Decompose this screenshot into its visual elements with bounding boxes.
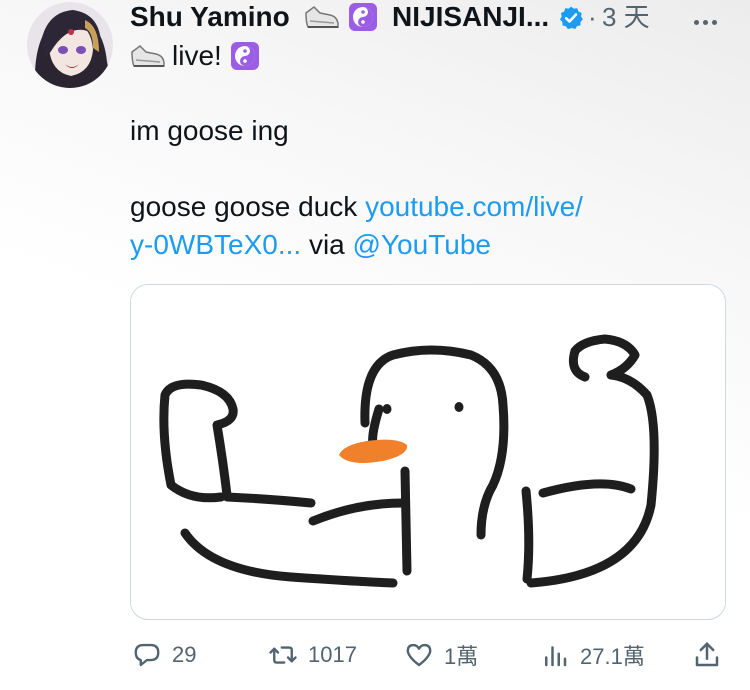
like-button[interactable]: 1萬: [404, 630, 478, 680]
timestamp[interactable]: 3 天: [602, 0, 650, 34]
yin-yang-icon: [349, 3, 377, 31]
avatar-image: [27, 2, 113, 88]
sneaker-icon: [305, 6, 339, 28]
media-card[interactable]: [130, 284, 726, 620]
yin-yang-icon: [231, 42, 259, 70]
author-name[interactable]: Shu Yamino: [130, 0, 290, 34]
avatar[interactable]: [27, 2, 113, 88]
like-count: 1萬: [444, 644, 479, 669]
more-icon[interactable]: [694, 12, 721, 30]
retweet-icon: [269, 646, 297, 664]
sneaker-icon: [131, 45, 165, 67]
tweet-body: im goose ing goose goose duck youtube.co…: [130, 112, 670, 264]
body-line-1: im goose ing: [130, 115, 289, 146]
tweet-actions: 29 1017 1萬 27.1萬: [0, 630, 750, 680]
verified-badge-icon: [559, 6, 583, 30]
reply-button[interactable]: 29: [132, 630, 196, 680]
goose-drawing-image: [159, 334, 659, 588]
retweet-button[interactable]: 1017: [268, 630, 357, 680]
views-count: 27.1萬: [580, 644, 645, 669]
separator-dot: ·: [588, 2, 597, 32]
share-icon: [695, 642, 719, 667]
youtube-mention[interactable]: @YouTube: [353, 229, 491, 260]
reply-count: 29: [172, 642, 197, 667]
youtube-link[interactable]: youtube.com/live/: [365, 191, 583, 222]
heart-icon: [406, 643, 432, 667]
retweet-count: 1017: [308, 642, 357, 667]
reply-icon: [134, 643, 160, 667]
youtube-link-continued[interactable]: y-0WBTeX0...: [130, 229, 301, 260]
views-icon: [545, 646, 567, 667]
author-affiliation[interactable]: NIJISANJI...: [392, 0, 549, 34]
views-button[interactable]: 27.1萬: [540, 630, 645, 680]
body-text: goose goose duck: [130, 191, 366, 222]
share-button[interactable]: [692, 630, 722, 680]
name-suffix: live!: [172, 40, 222, 71]
tweet-header: Shu Yamino NIJISANJI... · 3 天: [130, 0, 750, 36]
body-via: via: [301, 229, 353, 260]
